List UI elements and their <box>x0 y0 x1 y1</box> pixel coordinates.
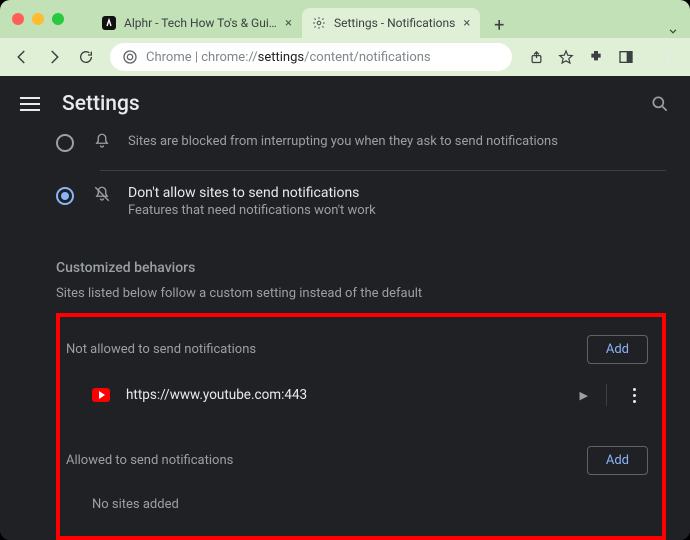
divider <box>100 170 666 171</box>
radio-title: Don't allow sites to send notifications <box>128 185 376 201</box>
customized-sub: Sites listed below follow a custom setti… <box>56 286 666 301</box>
tab-label: Alphr - Tech How To's & Guides <box>124 16 277 30</box>
close-icon[interactable]: × <box>285 16 292 31</box>
reload-button[interactable] <box>72 43 100 71</box>
toolbar: Chrome | chrome://settings/content/notif… <box>0 38 690 76</box>
tab-overflow-button[interactable] <box>666 24 680 38</box>
alphr-favicon <box>102 16 116 30</box>
share-icon[interactable] <box>522 43 550 71</box>
browser-window: Alphr - Tech How To's & Guides × Setting… <box>0 0 690 540</box>
omnibox[interactable]: Chrome | chrome://settings/content/notif… <box>110 43 512 71</box>
bell-off-icon <box>92 185 112 203</box>
allowed-label: Allowed to send notifications <box>66 453 233 468</box>
separator <box>606 384 607 406</box>
chrome-menu-button[interactable] <box>654 43 682 71</box>
site-actions: ▶ <box>580 384 644 406</box>
radio-icon-unselected[interactable] <box>56 134 74 152</box>
youtube-favicon <box>92 388 110 402</box>
site-info-icon[interactable] <box>122 49 138 65</box>
extensions-icon[interactable] <box>582 43 610 71</box>
settings-content: Settings Use quieter messaging Sites are… <box>0 76 690 540</box>
site-url: https://www.youtube.com:443 <box>126 387 307 403</box>
add-blocked-button[interactable]: Add <box>587 335 648 364</box>
radio-desc: Features that need notifications won't w… <box>128 203 376 218</box>
radio-text: Don't allow sites to send notifications … <box>128 185 376 218</box>
bookmark-icon[interactable] <box>552 43 580 71</box>
omnibox-url: Chrome | chrome://settings/content/notif… <box>146 50 431 65</box>
radio-text: Use quieter messaging Sites are blocked … <box>128 132 558 149</box>
forward-button[interactable] <box>40 43 68 71</box>
back-button[interactable] <box>8 43 36 71</box>
blocked-site-row[interactable]: https://www.youtube.com:443 ▶ <box>66 370 650 420</box>
toolbar-right <box>522 43 682 71</box>
radio-icon-selected[interactable] <box>56 187 74 205</box>
customized-heading: Customized behaviors <box>56 260 666 276</box>
radio-desc: Sites are blocked from interrupting you … <box>128 134 558 149</box>
chevron-right-icon[interactable]: ▶ <box>580 389 588 402</box>
settings-header: Settings <box>0 76 690 132</box>
radio-dont-allow[interactable]: Don't allow sites to send notifications … <box>56 175 666 232</box>
window-minimize-button[interactable] <box>32 13 44 25</box>
highlight-box: Not allowed to send notifications Add ht… <box>56 313 666 540</box>
not-allowed-label: Not allowed to send notifications <box>66 342 256 357</box>
tab-settings[interactable]: Settings - Notifications × <box>302 8 480 38</box>
window-zoom-button[interactable] <box>52 13 64 25</box>
tab-alphr[interactable]: Alphr - Tech How To's & Guides × <box>92 8 302 38</box>
allowed-header: Allowed to send notifications Add <box>66 440 650 481</box>
site-menu-button[interactable] <box>625 388 644 403</box>
close-icon[interactable]: × <box>463 16 470 31</box>
settings-page: Use quieter messaging Sites are blocked … <box>0 132 690 540</box>
add-allowed-button[interactable]: Add <box>587 446 648 475</box>
radio-quieter-messaging[interactable]: Use quieter messaging Sites are blocked … <box>56 132 666 166</box>
allowed-empty-text: No sites added <box>66 481 650 512</box>
side-panel-icon[interactable] <box>612 43 640 71</box>
search-icon[interactable] <box>650 94 670 114</box>
bell-icon <box>92 132 112 150</box>
page-title: Settings <box>62 92 140 116</box>
menu-icon[interactable] <box>20 97 40 111</box>
window-close-button[interactable] <box>12 13 24 25</box>
not-allowed-header: Not allowed to send notifications Add <box>66 329 650 370</box>
settings-favicon <box>312 16 326 30</box>
titlebar: Alphr - Tech How To's & Guides × Setting… <box>0 0 690 38</box>
tab-label: Settings - Notifications <box>334 16 455 30</box>
tab-strip: Alphr - Tech How To's & Guides × Setting… <box>92 0 690 38</box>
new-tab-button[interactable]: + <box>486 12 512 38</box>
